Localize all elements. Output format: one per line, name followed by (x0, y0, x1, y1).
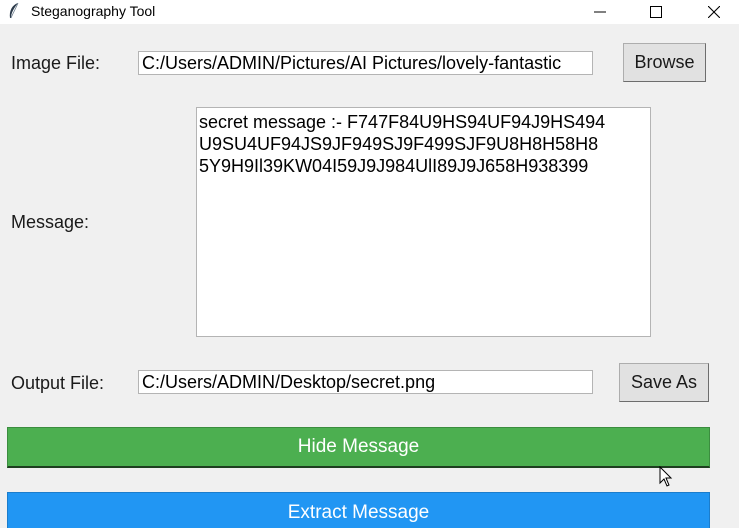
image-file-input[interactable]: C:/Users/ADMIN/Pictures/AI Pictures/love… (138, 51, 593, 75)
message-line: secret message :- F747F84U9HS94UF94J9HS4… (199, 112, 606, 132)
close-icon (708, 6, 720, 18)
maximize-icon (650, 6, 662, 18)
minimize-icon (594, 11, 606, 13)
message-textarea[interactable]: secret message :- F747F84U9HS94UF94J9HS4… (196, 107, 651, 337)
title-bar[interactable]: Steganography Tool (0, 0, 739, 24)
close-button[interactable] (691, 0, 737, 24)
app-window: Steganography Tool Image File: C:/Users/… (0, 0, 739, 528)
window-title: Steganography Tool (31, 3, 156, 19)
browse-button[interactable]: Browse (623, 43, 706, 82)
minimize-button[interactable] (577, 0, 623, 24)
save-as-button[interactable]: Save As (619, 363, 709, 402)
mouse-pointer-icon (659, 466, 673, 487)
feather-icon (6, 2, 22, 20)
hide-message-button[interactable]: Hide Message (7, 427, 710, 468)
extract-message-button[interactable]: Extract Message (7, 492, 710, 528)
maximize-button[interactable] (633, 0, 679, 24)
output-file-input[interactable]: C:/Users/ADMIN/Desktop/secret.png (138, 370, 593, 394)
message-label: Message: (11, 212, 90, 232)
image-file-label: Image File: (11, 53, 101, 73)
message-line: 5Y9H9Il39KW04I59J9J984UlI89J9J658H938399 (199, 156, 589, 176)
output-file-label: Output File: (11, 373, 105, 393)
message-line: U9SU4UF94JS9JF949SJ9F499SJF9U8H8H58H8 (199, 134, 599, 154)
